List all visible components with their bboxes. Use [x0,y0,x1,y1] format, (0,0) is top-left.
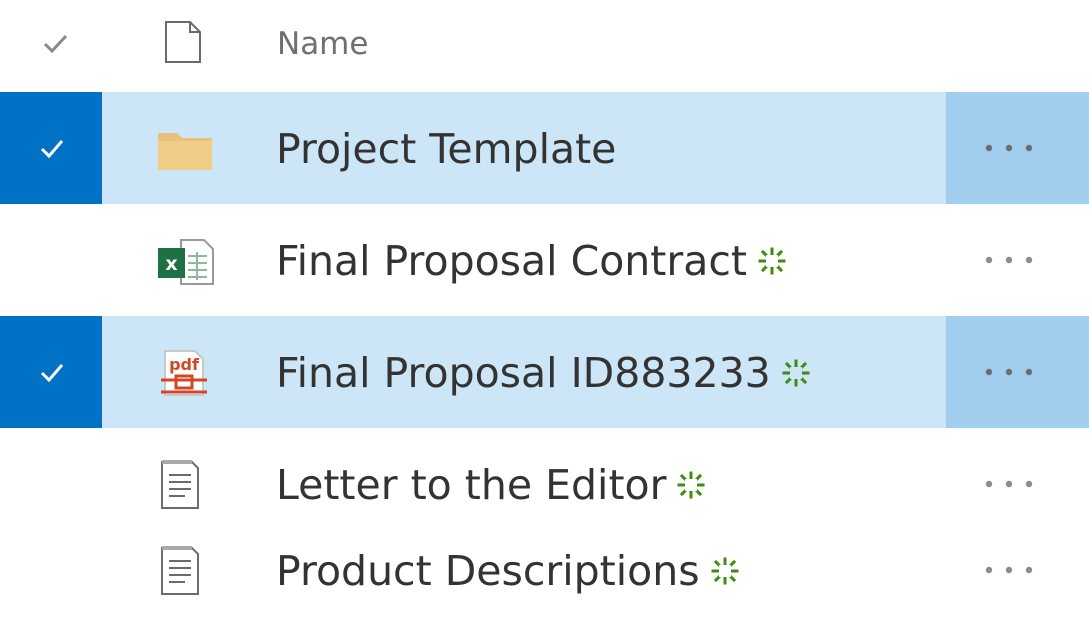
new-item-icon [782,359,810,387]
item-name-link[interactable]: Project Template [276,125,616,173]
text-document-icon [161,546,199,595]
text-document-icon [161,460,199,509]
ellipsis-more-icon[interactable] [983,254,1035,266]
pdf-icon: pdf [161,350,207,396]
ellipsis-more-icon[interactable] [983,478,1035,490]
ellipsis-more-icon[interactable] [983,564,1035,576]
row-select-checkbox[interactable] [0,92,102,204]
file-type-column-icon[interactable] [163,20,203,64]
item-name-link[interactable]: Letter to the Editor [276,461,706,509]
document-library-list: Name Project Template x Final Proposal C… [0,0,1089,626]
excel-icon: x [158,239,214,285]
list-item[interactable]: x Final Proposal Contract [0,204,1089,316]
list-item[interactable]: Product Descriptions [0,514,1089,626]
new-item-icon [758,247,786,275]
select-all-checkmark-icon[interactable] [40,28,70,58]
list-item[interactable]: Project Template [0,92,1089,204]
item-name-text: Project Template [276,125,617,173]
row-select-checkbox[interactable] [0,316,102,428]
item-name-text: Final Proposal Contract [276,237,747,285]
item-name-text: Letter to the Editor [276,461,667,509]
new-item-icon [711,557,739,585]
svg-text:x: x [165,253,177,275]
ellipsis-more-icon[interactable] [983,142,1035,154]
ellipsis-more-icon[interactable] [983,366,1035,378]
name-column-header[interactable]: Name [277,24,368,64]
item-name-text: Final Proposal ID883233 [276,349,771,397]
item-name-link[interactable]: Product Descriptions [276,547,740,595]
list-item[interactable]: pdf Final Proposal ID883233 [0,316,1089,428]
checkmark-icon [40,364,64,383]
item-name-link[interactable]: Final Proposal ID883233 [276,349,811,397]
item-name-text: Product Descriptions [276,547,700,595]
column-header-row: Name [0,0,1089,92]
checkmark-icon [40,140,64,159]
new-item-icon [677,471,705,499]
item-name-link[interactable]: Final Proposal Contract [276,237,787,285]
folder-icon [158,133,212,170]
svg-text:pdf: pdf [169,355,200,374]
